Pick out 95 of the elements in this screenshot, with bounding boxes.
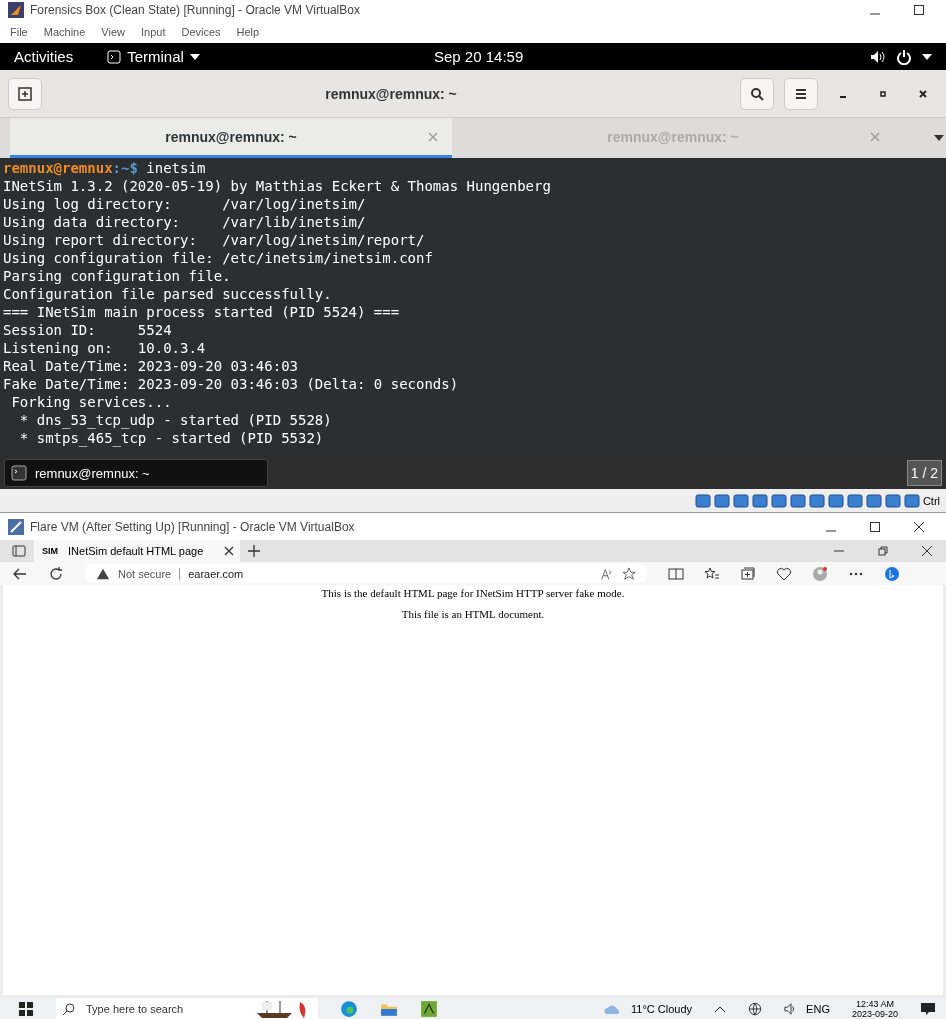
status-device-icon[interactable] bbox=[732, 492, 749, 509]
output-line: Session ID: 5524 bbox=[3, 322, 172, 338]
terminal-title: remnux@remnux: ~ bbox=[324, 85, 458, 102]
page-text: This file is an HTML document. bbox=[400, 608, 546, 620]
clock[interactable]: 12:43 AM 2023-09-20 bbox=[851, 998, 898, 1019]
host-key-label: Ctrl bbox=[922, 494, 940, 507]
maximize-icon[interactable] bbox=[870, 521, 880, 532]
url-text: earaer.com bbox=[188, 567, 244, 580]
command-text: inetsim bbox=[145, 160, 206, 176]
status-device-icon[interactable] bbox=[751, 492, 768, 509]
refresh-icon[interactable] bbox=[48, 565, 64, 582]
output-line: Using configuration file: /etc/inetsim/inetsim.conf bbox=[3, 250, 433, 266]
menu-item[interactable]: Help bbox=[236, 25, 260, 38]
caret-icon[interactable] bbox=[934, 135, 944, 141]
plus-icon[interactable] bbox=[248, 545, 260, 557]
menu-item[interactable]: Machine bbox=[43, 25, 86, 38]
taskbar-window-button[interactable]: remnux@remnux: ~ bbox=[4, 459, 268, 487]
favorites-icon[interactable] bbox=[704, 565, 720, 582]
terminal-icon bbox=[107, 49, 122, 64]
notification-icon[interactable] bbox=[920, 1000, 936, 1017]
collections-icon[interactable] bbox=[740, 565, 756, 582]
caret-icon bbox=[189, 53, 200, 60]
window-title: Flare VM (After Setting Up) [Running] - Oracle VM VirtualBox bbox=[30, 519, 356, 534]
output-line: Parsing configuration file. bbox=[3, 268, 231, 284]
windows-start-icon[interactable] bbox=[18, 1000, 34, 1017]
output-line: Configuration file parsed successfully. bbox=[3, 286, 332, 302]
new-tab-button[interactable] bbox=[8, 77, 42, 110]
menu-item[interactable]: File bbox=[10, 25, 28, 38]
workspace-indicator[interactable]: 1 / 2 bbox=[906, 460, 942, 486]
page-text: This is the default HTML page for INetSim HTTP server fake mode. bbox=[320, 587, 626, 599]
heart-icon[interactable] bbox=[776, 565, 792, 582]
activities-button[interactable]: Activities bbox=[14, 48, 74, 65]
menu-icon bbox=[794, 86, 808, 101]
app-icon bbox=[8, 2, 24, 18]
close-icon[interactable] bbox=[224, 546, 234, 556]
status-device-icon[interactable] bbox=[865, 492, 882, 509]
output-line: Listening on: 10.0.3.4 bbox=[3, 340, 206, 356]
status-device-icon[interactable] bbox=[713, 492, 730, 509]
star-icon[interactable] bbox=[622, 566, 636, 581]
search-icon bbox=[750, 86, 764, 101]
weather-text[interactable]: 11°C Cloudy bbox=[631, 1002, 693, 1015]
search-button[interactable] bbox=[740, 77, 774, 110]
browser-taskbar-icon[interactable] bbox=[340, 999, 358, 1018]
status-device-icon[interactable] bbox=[884, 492, 901, 509]
status-device-icon[interactable] bbox=[694, 492, 711, 509]
restore-icon[interactable] bbox=[878, 546, 888, 556]
window-title: Forensics Box (Clean State) [Running] - Oracle VM VirtualBox bbox=[30, 3, 361, 17]
output-line: Real Date/Time: 2023-09-20 03:46:03 bbox=[3, 358, 298, 374]
status-device-icon[interactable] bbox=[770, 492, 787, 509]
maximize-icon[interactable] bbox=[914, 5, 924, 15]
terminal-tab[interactable]: remnux@remnux: ~ bbox=[10, 118, 452, 158]
status-device-icon[interactable] bbox=[808, 492, 825, 509]
app-menu[interactable]: Terminal bbox=[107, 48, 200, 65]
output-line: Using log directory: /var/log/inetsim/ bbox=[3, 196, 366, 212]
output-line: * smtps_465_tcp - started (PID 5532) bbox=[18, 430, 324, 446]
status-device-icon[interactable] bbox=[846, 492, 863, 509]
output-line: INetSim 1.3.2 (2020-05-19) by Matthias Eckert & Thomas Hungenberg bbox=[3, 178, 551, 194]
output-line: Using report directory: /var/log/inetsim/report/ bbox=[3, 232, 425, 248]
prompt-path: :~$ bbox=[112, 160, 138, 176]
app-icon bbox=[8, 518, 24, 535]
output-line: Using data directory: /var/lib/inetsim/ bbox=[3, 214, 366, 230]
status-device-icon[interactable] bbox=[827, 492, 844, 509]
caret-icon[interactable] bbox=[922, 53, 932, 60]
search-icon bbox=[62, 1001, 76, 1016]
output-line: Fake Date/Time: 2023-09-20 03:46:03 (Delta: 0 seconds) bbox=[3, 376, 459, 392]
power-icon[interactable] bbox=[896, 48, 912, 65]
menu-item[interactable]: Input bbox=[140, 25, 166, 38]
menu-item[interactable]: Devices bbox=[181, 25, 221, 38]
split-screen-icon[interactable] bbox=[668, 565, 684, 582]
menu-button[interactable] bbox=[784, 77, 818, 110]
terminal-icon bbox=[11, 465, 27, 481]
output-line: === INetSim main process started (PID 5524) === bbox=[3, 304, 400, 320]
tab-actions-icon[interactable] bbox=[12, 544, 26, 558]
close-icon[interactable] bbox=[914, 521, 924, 532]
taskbar-search-field[interactable]: Type here to search bbox=[56, 998, 318, 1019]
app-taskbar-icon[interactable] bbox=[420, 999, 438, 1018]
browser-tab[interactable]: SIM INetSim default HTML page bbox=[34, 540, 240, 562]
favicon-label: SIM bbox=[42, 546, 58, 556]
output-line: * dns_53_tcp_udp - started (PID 5528) bbox=[18, 412, 332, 428]
status-device-icon[interactable] bbox=[789, 492, 806, 509]
close-icon[interactable] bbox=[922, 546, 932, 556]
close-icon[interactable] bbox=[918, 88, 928, 99]
status-device-icon[interactable] bbox=[903, 492, 920, 509]
clock[interactable]: Sep 20 14:59 bbox=[434, 48, 524, 65]
language-indicator[interactable]: ENG bbox=[806, 1002, 830, 1015]
menu-item[interactable]: View bbox=[101, 25, 125, 38]
profile-icon[interactable] bbox=[812, 565, 828, 582]
prompt-user: remnux@remnux bbox=[3, 160, 113, 176]
network-icon[interactable] bbox=[748, 1001, 763, 1016]
security-label: Not secure bbox=[118, 567, 172, 580]
output-line: Forking services... bbox=[10, 394, 172, 410]
plus-icon bbox=[18, 86, 32, 101]
address-bar[interactable]: Not secure earaer.com bbox=[84, 564, 648, 583]
maximize-icon[interactable] bbox=[878, 88, 888, 99]
read-aloud-icon[interactable] bbox=[600, 566, 614, 581]
